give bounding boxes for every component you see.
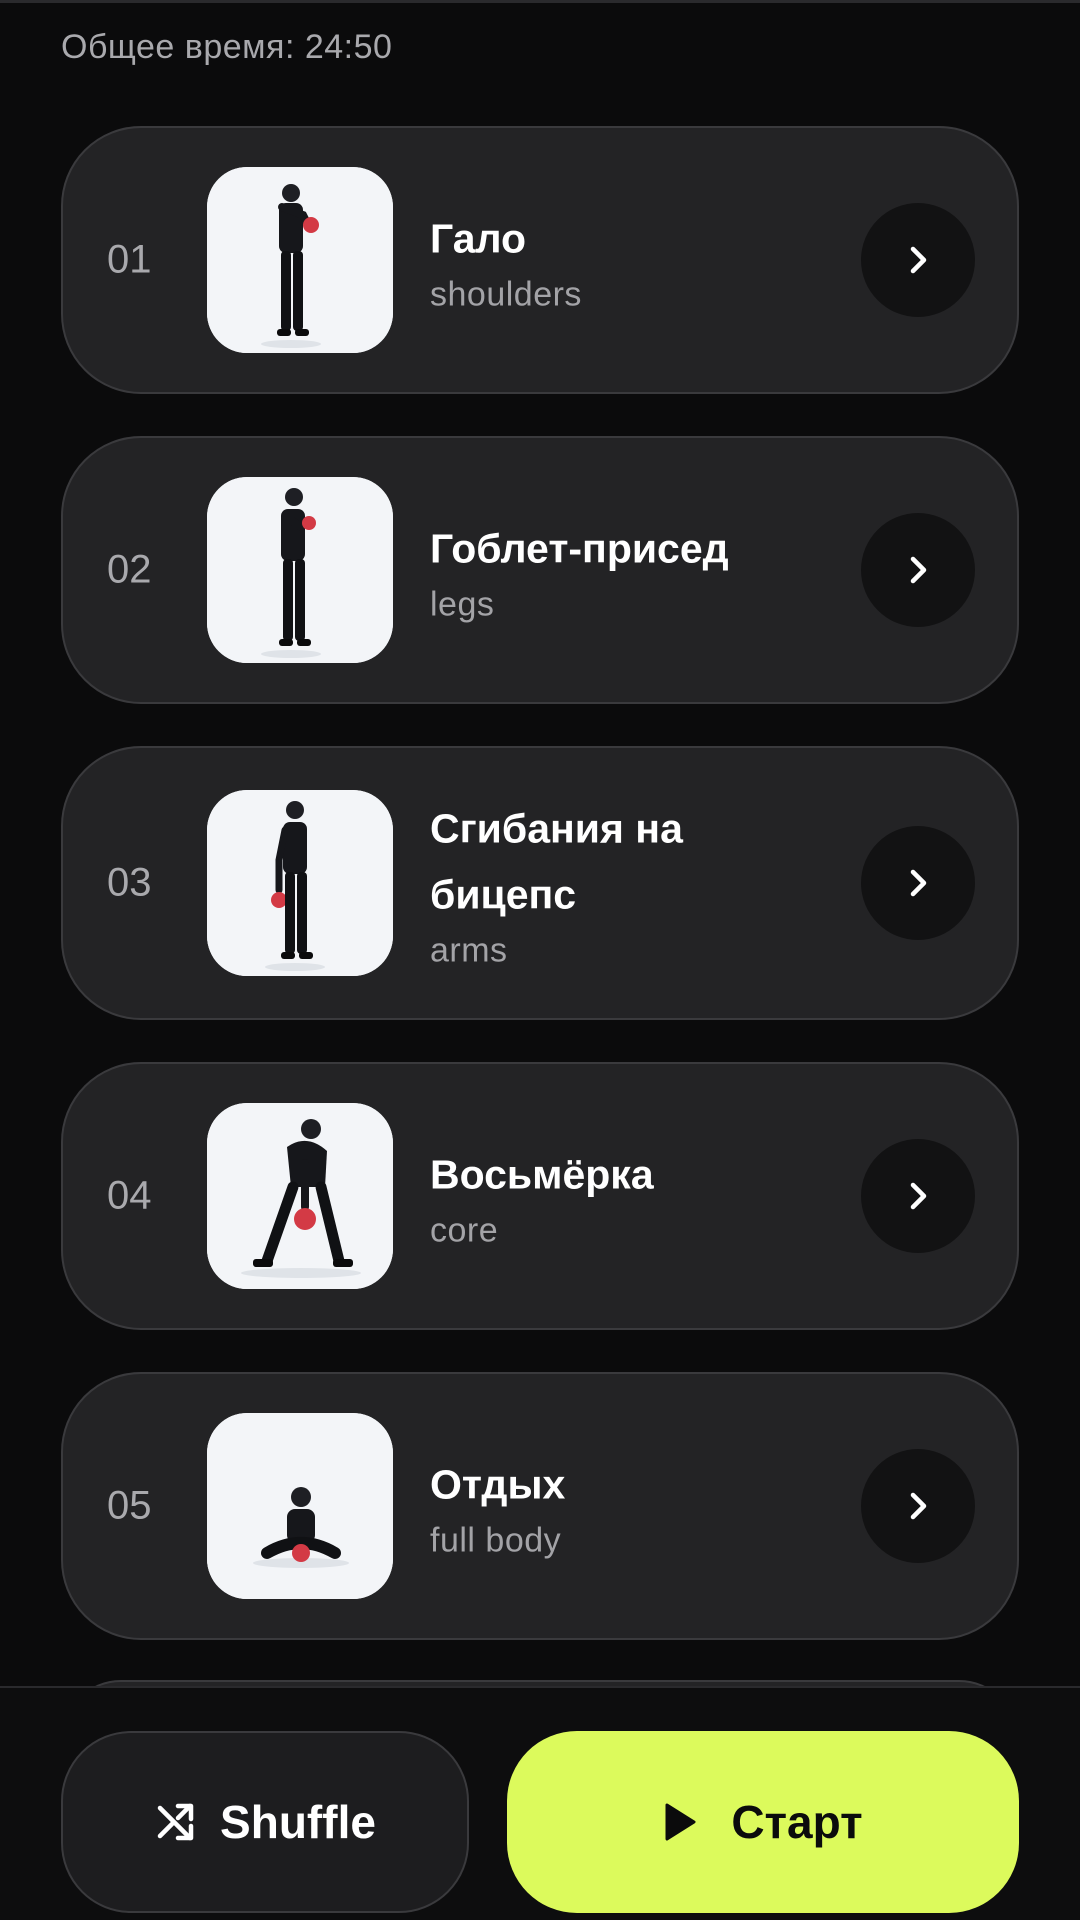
person-figure-eight-icon <box>207 1103 393 1289</box>
open-exercise-button[interactable] <box>861 1449 975 1563</box>
start-button[interactable]: Старт <box>507 1731 1019 1913</box>
shuffle-label: Shuffle <box>220 1796 376 1848</box>
shuffle-icon <box>157 1803 194 1841</box>
bottom-action-bar: Shuffle Старт <box>0 1686 1080 1920</box>
exercise-muscle-group: legs <box>430 585 495 624</box>
exercise-title: Сгибания на бицепс <box>430 805 683 918</box>
exercise-title: Отдых <box>430 1461 566 1508</box>
exercise-text: Сгибания на бицепс arms <box>430 796 830 971</box>
exercise-muscle-group: full body <box>430 1521 562 1560</box>
exercise-title: Гало <box>430 215 527 262</box>
person-bicep-curl-icon <box>207 790 393 976</box>
exercise-card-3[interactable]: 03 Сгибания на бицепс arms <box>61 746 1019 1020</box>
exercise-number: 05 <box>107 1483 152 1528</box>
chevron-right-icon <box>910 246 927 274</box>
exercise-muscle-group: arms <box>430 931 508 970</box>
exercise-number: 03 <box>107 860 152 905</box>
start-label: Старт <box>731 1796 863 1848</box>
exercise-text: Восьмёрка core <box>430 1142 830 1251</box>
open-exercise-button[interactable] <box>861 1139 975 1253</box>
play-icon <box>665 1803 696 1841</box>
top-divider <box>0 0 1080 3</box>
exercise-title: Восьмёрка <box>430 1151 654 1198</box>
open-exercise-button[interactable] <box>861 203 975 317</box>
chevron-right-icon <box>910 1492 927 1520</box>
total-time-label: Общее время: 24:50 <box>61 28 393 66</box>
exercise-muscle-group: core <box>430 1211 499 1250</box>
exercise-text: Гало shoulders <box>430 206 830 315</box>
person-goblet-hold-icon <box>207 477 393 663</box>
exercise-card-1[interactable]: 01 Гало shoulders <box>61 126 1019 394</box>
chevron-right-icon <box>910 556 927 584</box>
exercise-text: Отдых full body <box>430 1452 830 1561</box>
shuffle-button[interactable]: Shuffle <box>61 1731 469 1913</box>
chevron-right-icon <box>910 869 927 897</box>
exercise-card-4[interactable]: 04 Восьмёрка core <box>61 1062 1019 1330</box>
person-seated-rest-icon <box>207 1413 393 1599</box>
exercise-number: 01 <box>107 237 152 282</box>
open-exercise-button[interactable] <box>861 826 975 940</box>
exercise-title: Гоблет-присед <box>430 525 729 572</box>
person-standing-kettlebell-icon <box>207 167 393 353</box>
exercise-number: 02 <box>107 547 152 592</box>
exercise-thumbnail <box>207 790 393 976</box>
exercise-thumbnail <box>207 1413 393 1599</box>
exercise-thumbnail <box>207 167 393 353</box>
exercise-thumbnail <box>207 477 393 663</box>
exercise-card-5[interactable]: 05 Отдых full body <box>61 1372 1019 1640</box>
exercise-muscle-group: shoulders <box>430 275 582 314</box>
exercise-list: 01 Гало shoulders 02 Гоблет-присед legs … <box>61 126 1019 1682</box>
exercise-number: 04 <box>107 1173 152 1218</box>
open-exercise-button[interactable] <box>861 513 975 627</box>
exercise-thumbnail <box>207 1103 393 1289</box>
chevron-right-icon <box>910 1182 927 1210</box>
exercise-text: Гоблет-присед legs <box>430 516 830 625</box>
exercise-card-2[interactable]: 02 Гоблет-присед legs <box>61 436 1019 704</box>
